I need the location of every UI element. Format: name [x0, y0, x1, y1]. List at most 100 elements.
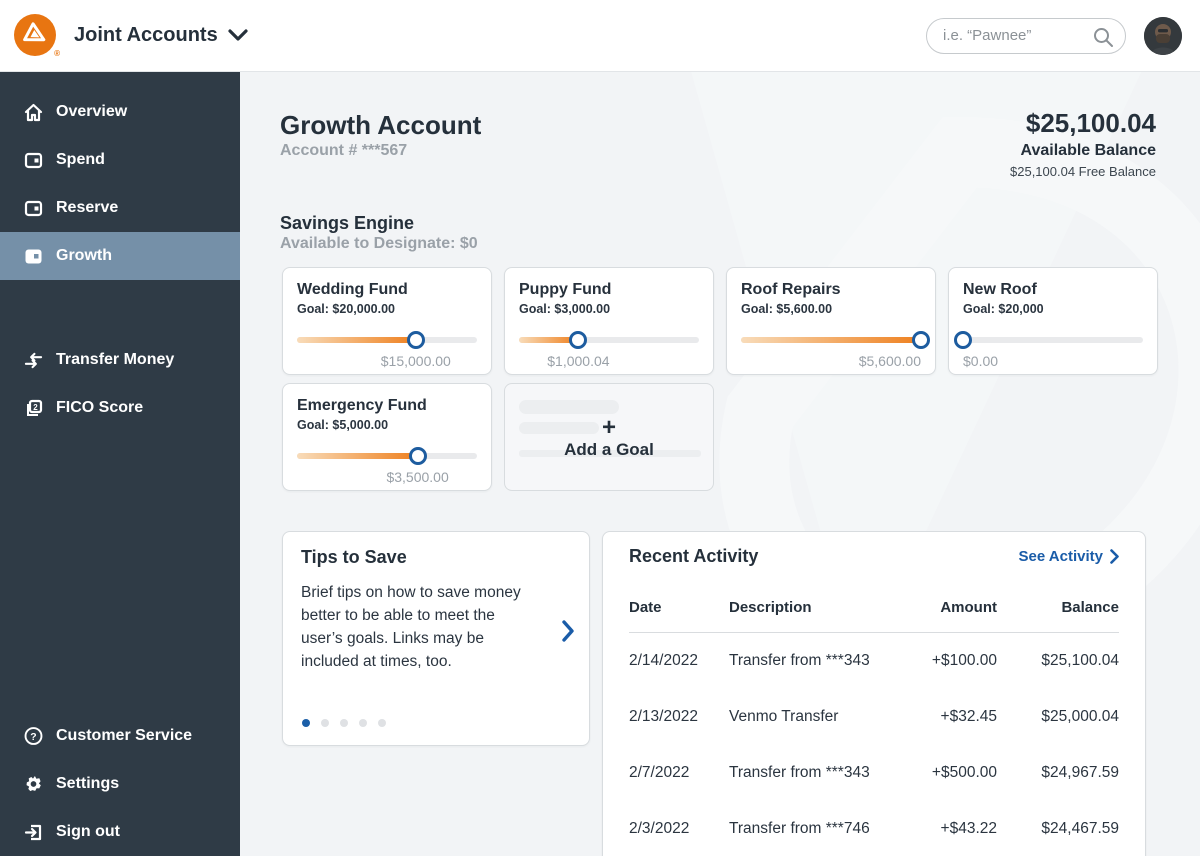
cell-balance: $24,467.59 — [1041, 820, 1119, 837]
goal-slider: $5,600.00 — [741, 331, 930, 369]
fico-score-icon: 2 — [24, 399, 43, 418]
sidebar-item-spend[interactable]: Spend — [0, 136, 240, 184]
slider-handle[interactable] — [954, 331, 972, 349]
cell-date: 2/13/2022 — [629, 708, 698, 725]
tips-to-save-card: Tips to Save Brief tips on how to save m… — [282, 531, 590, 746]
sidebar-item-reserve[interactable]: Reserve — [0, 184, 240, 232]
carousel-dot[interactable] — [321, 719, 329, 727]
goal-name: Puppy Fund — [519, 281, 612, 298]
goal-target: Goal: $20,000.00 — [297, 302, 395, 316]
cell-date: 2/3/2022 — [629, 820, 690, 837]
goal-card-wedding-fund: Wedding Fund Goal: $20,000.00 $15,000.00 — [282, 267, 492, 375]
tips-title: Tips to Save — [301, 547, 407, 567]
next-tip-button[interactable] — [561, 620, 575, 647]
goal-card-roof-repairs: Roof Repairs Goal: $5,600.00 $5,600.00 — [726, 267, 936, 375]
bank-logo[interactable]: ® — [14, 13, 60, 58]
goal-slider: $0.00 — [954, 331, 1143, 369]
available-balance-label: Available Balance — [1020, 142, 1156, 159]
available-to-designate: Available to Designate: $0 — [280, 235, 478, 252]
bank-logo-icon — [14, 13, 56, 56]
sidebar-item-sign-out[interactable]: Sign out — [0, 808, 240, 856]
goal-name: New Roof — [963, 281, 1037, 298]
table-row[interactable]: 2/7/2022 Transfer from ***343 +$500.00 $… — [629, 745, 1119, 801]
chevron-right-icon — [1110, 549, 1119, 564]
goal-current-value: $1,000.04 — [547, 353, 610, 369]
table-row[interactable]: 2/14/2022 Transfer from ***343 +$100.00 … — [629, 633, 1119, 690]
goal-card-new-roof: New Roof Goal: $20,000 $0.00 — [948, 267, 1158, 375]
sidebar-item-fico-score[interactable]: 2 FICO Score — [0, 384, 240, 432]
activity-table: Date Description Amount Balance 2/14/202… — [629, 591, 1119, 856]
carousel-dot[interactable] — [302, 719, 310, 727]
skeleton-bar — [519, 422, 599, 434]
slider-handle[interactable] — [406, 331, 425, 349]
free-balance: $25,100.04 Free Balance — [1010, 164, 1156, 179]
sidebar-item-label: Growth — [56, 247, 112, 264]
cell-amount: +$43.22 — [940, 820, 997, 837]
cell-balance: $24,967.59 — [1041, 764, 1119, 781]
cell-balance: $25,100.04 — [1041, 652, 1119, 669]
recent-activity-card: Recent Activity See Activity Date Descri… — [602, 531, 1146, 856]
sidebar-item-customer-service[interactable]: ? Customer Service — [0, 712, 240, 760]
table-header-row: Date Description Amount Balance — [629, 591, 1119, 633]
carousel-dot[interactable] — [340, 719, 348, 727]
sidebar-item-label: Transfer Money — [56, 351, 175, 368]
goal-current-value: $0.00 — [963, 353, 999, 369]
cell-description: Transfer from ***746 — [729, 820, 870, 837]
slider-fill — [297, 453, 418, 459]
user-avatar[interactable] — [1144, 16, 1182, 55]
balance-block: $25,100.04 Available Balance $25,100.04 … — [1010, 108, 1156, 179]
table-row[interactable]: 2/3/2022 Transfer from ***746 +$43.22 $2… — [629, 801, 1119, 856]
column-header-date: Date — [629, 599, 662, 616]
help-icon: ? — [24, 727, 43, 746]
goal-target: Goal: $5,000.00 — [297, 418, 389, 432]
add-goal-card[interactable]: + Add a Goal — [504, 383, 714, 491]
chevron-down-icon — [228, 29, 248, 41]
column-header-description: Description — [729, 599, 812, 616]
slider-track[interactable] — [963, 337, 1143, 343]
plus-icon: + — [602, 414, 617, 441]
carousel-dot[interactable] — [378, 719, 386, 727]
recent-activity-title: Recent Activity — [629, 546, 759, 566]
goal-slider: $15,000.00 — [297, 331, 477, 369]
sidebar-item-label: Sign out — [56, 823, 120, 840]
goal-name: Emergency Fund — [297, 397, 427, 414]
available-balance-amount: $25,100.04 — [1025, 108, 1156, 138]
slider-handle[interactable] — [408, 447, 427, 465]
goal-current-value: $5,600.00 — [858, 353, 921, 369]
column-header-balance: Balance — [1061, 599, 1119, 616]
registered-mark: ® — [54, 48, 60, 58]
page-title: Growth Account — [280, 110, 482, 140]
see-activity-link[interactable]: See Activity — [1019, 548, 1120, 565]
account-switcher[interactable]: Joint Accounts — [74, 24, 248, 47]
chevron-right-icon — [562, 620, 574, 642]
reserve-account-icon — [24, 199, 43, 218]
cell-amount: +$500.00 — [931, 764, 997, 781]
slider-fill — [297, 337, 416, 343]
table-row[interactable]: 2/13/2022 Venmo Transfer +$32.45 $25,000… — [629, 689, 1119, 745]
sidebar-item-growth[interactable]: Growth — [0, 232, 240, 280]
cell-description: Transfer from ***343 — [729, 764, 870, 781]
transfer-arrows-icon — [24, 351, 43, 370]
slider-handle[interactable] — [569, 331, 588, 349]
carousel-dot[interactable] — [359, 719, 367, 727]
add-goal-label: Add a Goal — [564, 440, 654, 459]
search-icon[interactable] — [1091, 25, 1115, 54]
goal-target: Goal: $5,600.00 — [741, 302, 833, 316]
goal-current-value: $15,000.00 — [380, 353, 451, 369]
slider-handle[interactable] — [912, 331, 930, 349]
goal-slider: $3,500.00 — [297, 447, 477, 485]
see-activity-label: See Activity — [1018, 548, 1104, 565]
goal-target: Goal: $20,000 — [963, 302, 1044, 316]
cell-date: 2/7/2022 — [629, 764, 690, 781]
goal-card-puppy-fund: Puppy Fund Goal: $3,000.00 $1,000.04 — [504, 267, 714, 375]
cell-date: 2/14/2022 — [629, 652, 698, 669]
sidebar-item-overview[interactable]: Overview — [0, 88, 240, 136]
sidebar-item-transfer-money[interactable]: Transfer Money — [0, 336, 240, 384]
slider-fill — [741, 337, 921, 343]
cell-description: Venmo Transfer — [729, 708, 839, 725]
sidebar-item-settings[interactable]: Settings — [0, 760, 240, 808]
cell-amount: +$100.00 — [931, 652, 997, 669]
sidebar-item-label: Overview — [56, 103, 128, 120]
spend-account-icon — [24, 151, 43, 170]
cell-balance: $25,000.04 — [1041, 708, 1119, 725]
